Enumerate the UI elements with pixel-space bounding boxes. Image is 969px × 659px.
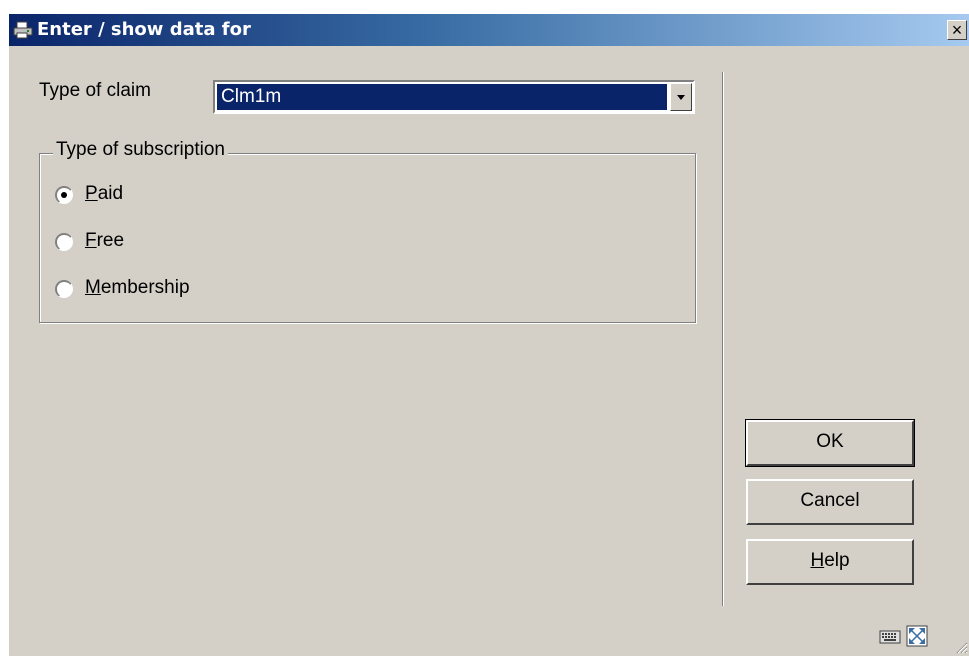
ok-button[interactable]: OK xyxy=(745,419,915,467)
subscription-group-label: Type of subscription xyxy=(53,139,228,161)
help-button[interactable]: Help xyxy=(746,539,914,585)
radio-free-label: Free xyxy=(85,230,125,251)
close-icon: × xyxy=(951,20,963,40)
radio-button[interactable] xyxy=(55,280,73,298)
fullscreen-icon[interactable] xyxy=(906,625,928,647)
resize-grip-icon[interactable] xyxy=(954,640,968,654)
keyboard-icon[interactable] xyxy=(879,625,901,647)
printer-app-icon xyxy=(13,21,33,39)
cancel-button[interactable]: Cancel xyxy=(746,479,914,525)
radio-button-checked[interactable] xyxy=(55,186,73,204)
close-button[interactable]: × xyxy=(947,20,967,40)
vertical-divider xyxy=(722,72,723,606)
title-bar[interactable]: Enter / show data for × xyxy=(9,14,969,46)
radio-button[interactable] xyxy=(55,233,73,251)
claim-type-select[interactable]: Clm1m xyxy=(213,80,695,114)
radio-membership-label: Membership xyxy=(85,277,190,298)
window-title: Enter / show data for xyxy=(37,19,251,40)
dialog-window: Enter / show data for × Type of claim Cl… xyxy=(8,13,969,656)
radio-paid-label: Paid xyxy=(85,183,124,204)
claim-type-label: Type of claim xyxy=(39,80,151,101)
chevron-down-icon[interactable] xyxy=(670,83,692,111)
claim-type-value: Clm1m xyxy=(217,84,667,110)
